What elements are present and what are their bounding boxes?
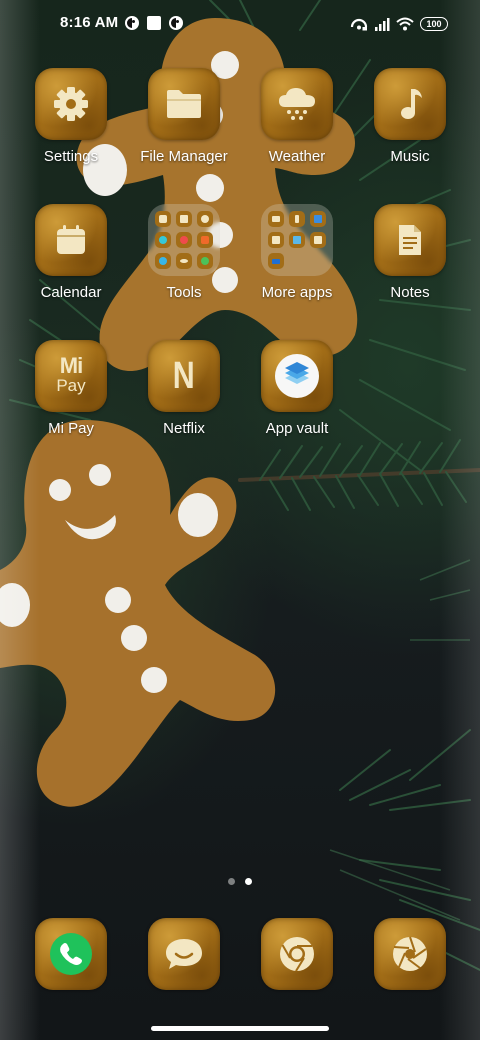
music-app-icon[interactable] [374, 68, 446, 140]
chrome-icon [280, 937, 314, 972]
app-netflix[interactable]: N Netflix [128, 340, 240, 438]
mini-gallery-icon [289, 232, 305, 248]
mini-wallet-icon [268, 253, 284, 269]
battery-indicator: 100 [420, 17, 448, 31]
signal-icon [375, 18, 390, 31]
app-label: Mi Pay [48, 420, 94, 437]
app-settings[interactable]: Settings [15, 68, 127, 166]
app-weather[interactable]: Weather [241, 68, 353, 166]
mini-facebook-icon [289, 211, 305, 227]
folder-icon [167, 90, 201, 118]
mini-news-icon [310, 211, 326, 227]
app-app-vault[interactable]: App vault [241, 340, 353, 438]
folder-tools[interactable]: Tools [128, 204, 240, 302]
dock-messaging[interactable] [148, 918, 220, 990]
app-label: Netflix [163, 420, 205, 437]
app-label: Weather [268, 148, 326, 165]
mi-pay-logo-top: Mi [59, 353, 83, 378]
mini-box-icon [310, 232, 326, 248]
more-apps-folder-icon[interactable] [261, 204, 333, 276]
mi-pay-app-icon[interactable]: Mi Pay [35, 340, 107, 412]
chat-bubble-icon [166, 939, 202, 969]
app-label: More apps [261, 284, 333, 301]
gesture-nav-handle[interactable] [151, 1026, 329, 1031]
mi-pay-logo-bottom: Pay [56, 376, 86, 395]
page-indicator [0, 878, 480, 885]
settings-app-icon[interactable] [35, 68, 107, 140]
app-label: Music [390, 148, 430, 165]
app-notes[interactable]: Notes [354, 204, 466, 302]
status-bar: 8:16 AM 100 [0, 14, 480, 42]
dock-browser[interactable] [261, 918, 333, 990]
app-label: Settings [43, 148, 99, 165]
app-file-manager[interactable]: File Manager [128, 68, 240, 166]
battery-level: 100 [426, 19, 442, 29]
mini-mail-icon [268, 211, 284, 227]
square-notification-icon [147, 15, 162, 30]
mini-compass-icon [197, 211, 213, 227]
mini-scanner-icon [155, 232, 171, 248]
calendar-icon [57, 225, 85, 254]
page-dot-1[interactable] [228, 878, 235, 885]
weather-app-icon[interactable] [261, 68, 333, 140]
gingerbread-cookie-bottom [0, 420, 276, 807]
app-vault-app-icon[interactable] [261, 340, 333, 412]
mini-plus-icon [197, 253, 213, 269]
app-label: App vault [265, 420, 329, 437]
phone-icon [50, 933, 92, 975]
gear-icon [54, 87, 88, 121]
calendar-app-icon[interactable] [35, 204, 107, 276]
notification-icon-1 [125, 15, 140, 30]
mini-video-icon [197, 232, 213, 248]
app-label: Tools [166, 284, 202, 301]
status-time: 8:16 AM [60, 14, 119, 31]
file-manager-app-icon[interactable] [148, 68, 220, 140]
cloud-snow-icon [279, 88, 315, 120]
mini-cleaner-icon [155, 253, 171, 269]
app-label: Notes [390, 284, 430, 301]
phone-app-icon[interactable] [35, 918, 107, 990]
hotspot-icon [350, 18, 368, 31]
status-bar-right: 100 [350, 16, 448, 32]
music-note-icon [401, 89, 422, 119]
camera-app-icon[interactable] [374, 918, 446, 990]
mini-infinity-icon [176, 253, 192, 269]
dock-camera[interactable] [374, 918, 446, 990]
app-mi-pay[interactable]: Mi Pay Mi Pay [15, 340, 127, 438]
netflix-app-icon[interactable]: N [148, 340, 220, 412]
wifi-icon [396, 17, 414, 31]
notification-icon-2 [169, 15, 184, 30]
dock-phone[interactable] [35, 918, 107, 990]
app-vault-icon [275, 354, 319, 398]
browser-app-icon[interactable] [261, 918, 333, 990]
mini-contacts-icon [155, 211, 171, 227]
app-music[interactable]: Music [354, 68, 466, 166]
app-label: Calendar [40, 284, 102, 301]
notes-app-icon[interactable] [374, 204, 446, 276]
mini-grid-icon [176, 211, 192, 227]
app-label: File Manager [140, 148, 228, 165]
app-calendar[interactable]: Calendar [15, 204, 127, 302]
messaging-app-icon[interactable] [148, 918, 220, 990]
mini-linkedin-icon [268, 232, 284, 248]
folder-more-apps[interactable]: More apps [241, 204, 353, 302]
camera-aperture-icon [393, 936, 427, 971]
page-dot-2-active[interactable] [245, 878, 252, 885]
netflix-icon: N [173, 354, 195, 397]
status-bar-left: 8:16 AM [60, 14, 184, 31]
tools-folder-icon[interactable] [148, 204, 220, 276]
notes-icon [399, 225, 421, 255]
mini-recorder-icon [176, 232, 192, 248]
